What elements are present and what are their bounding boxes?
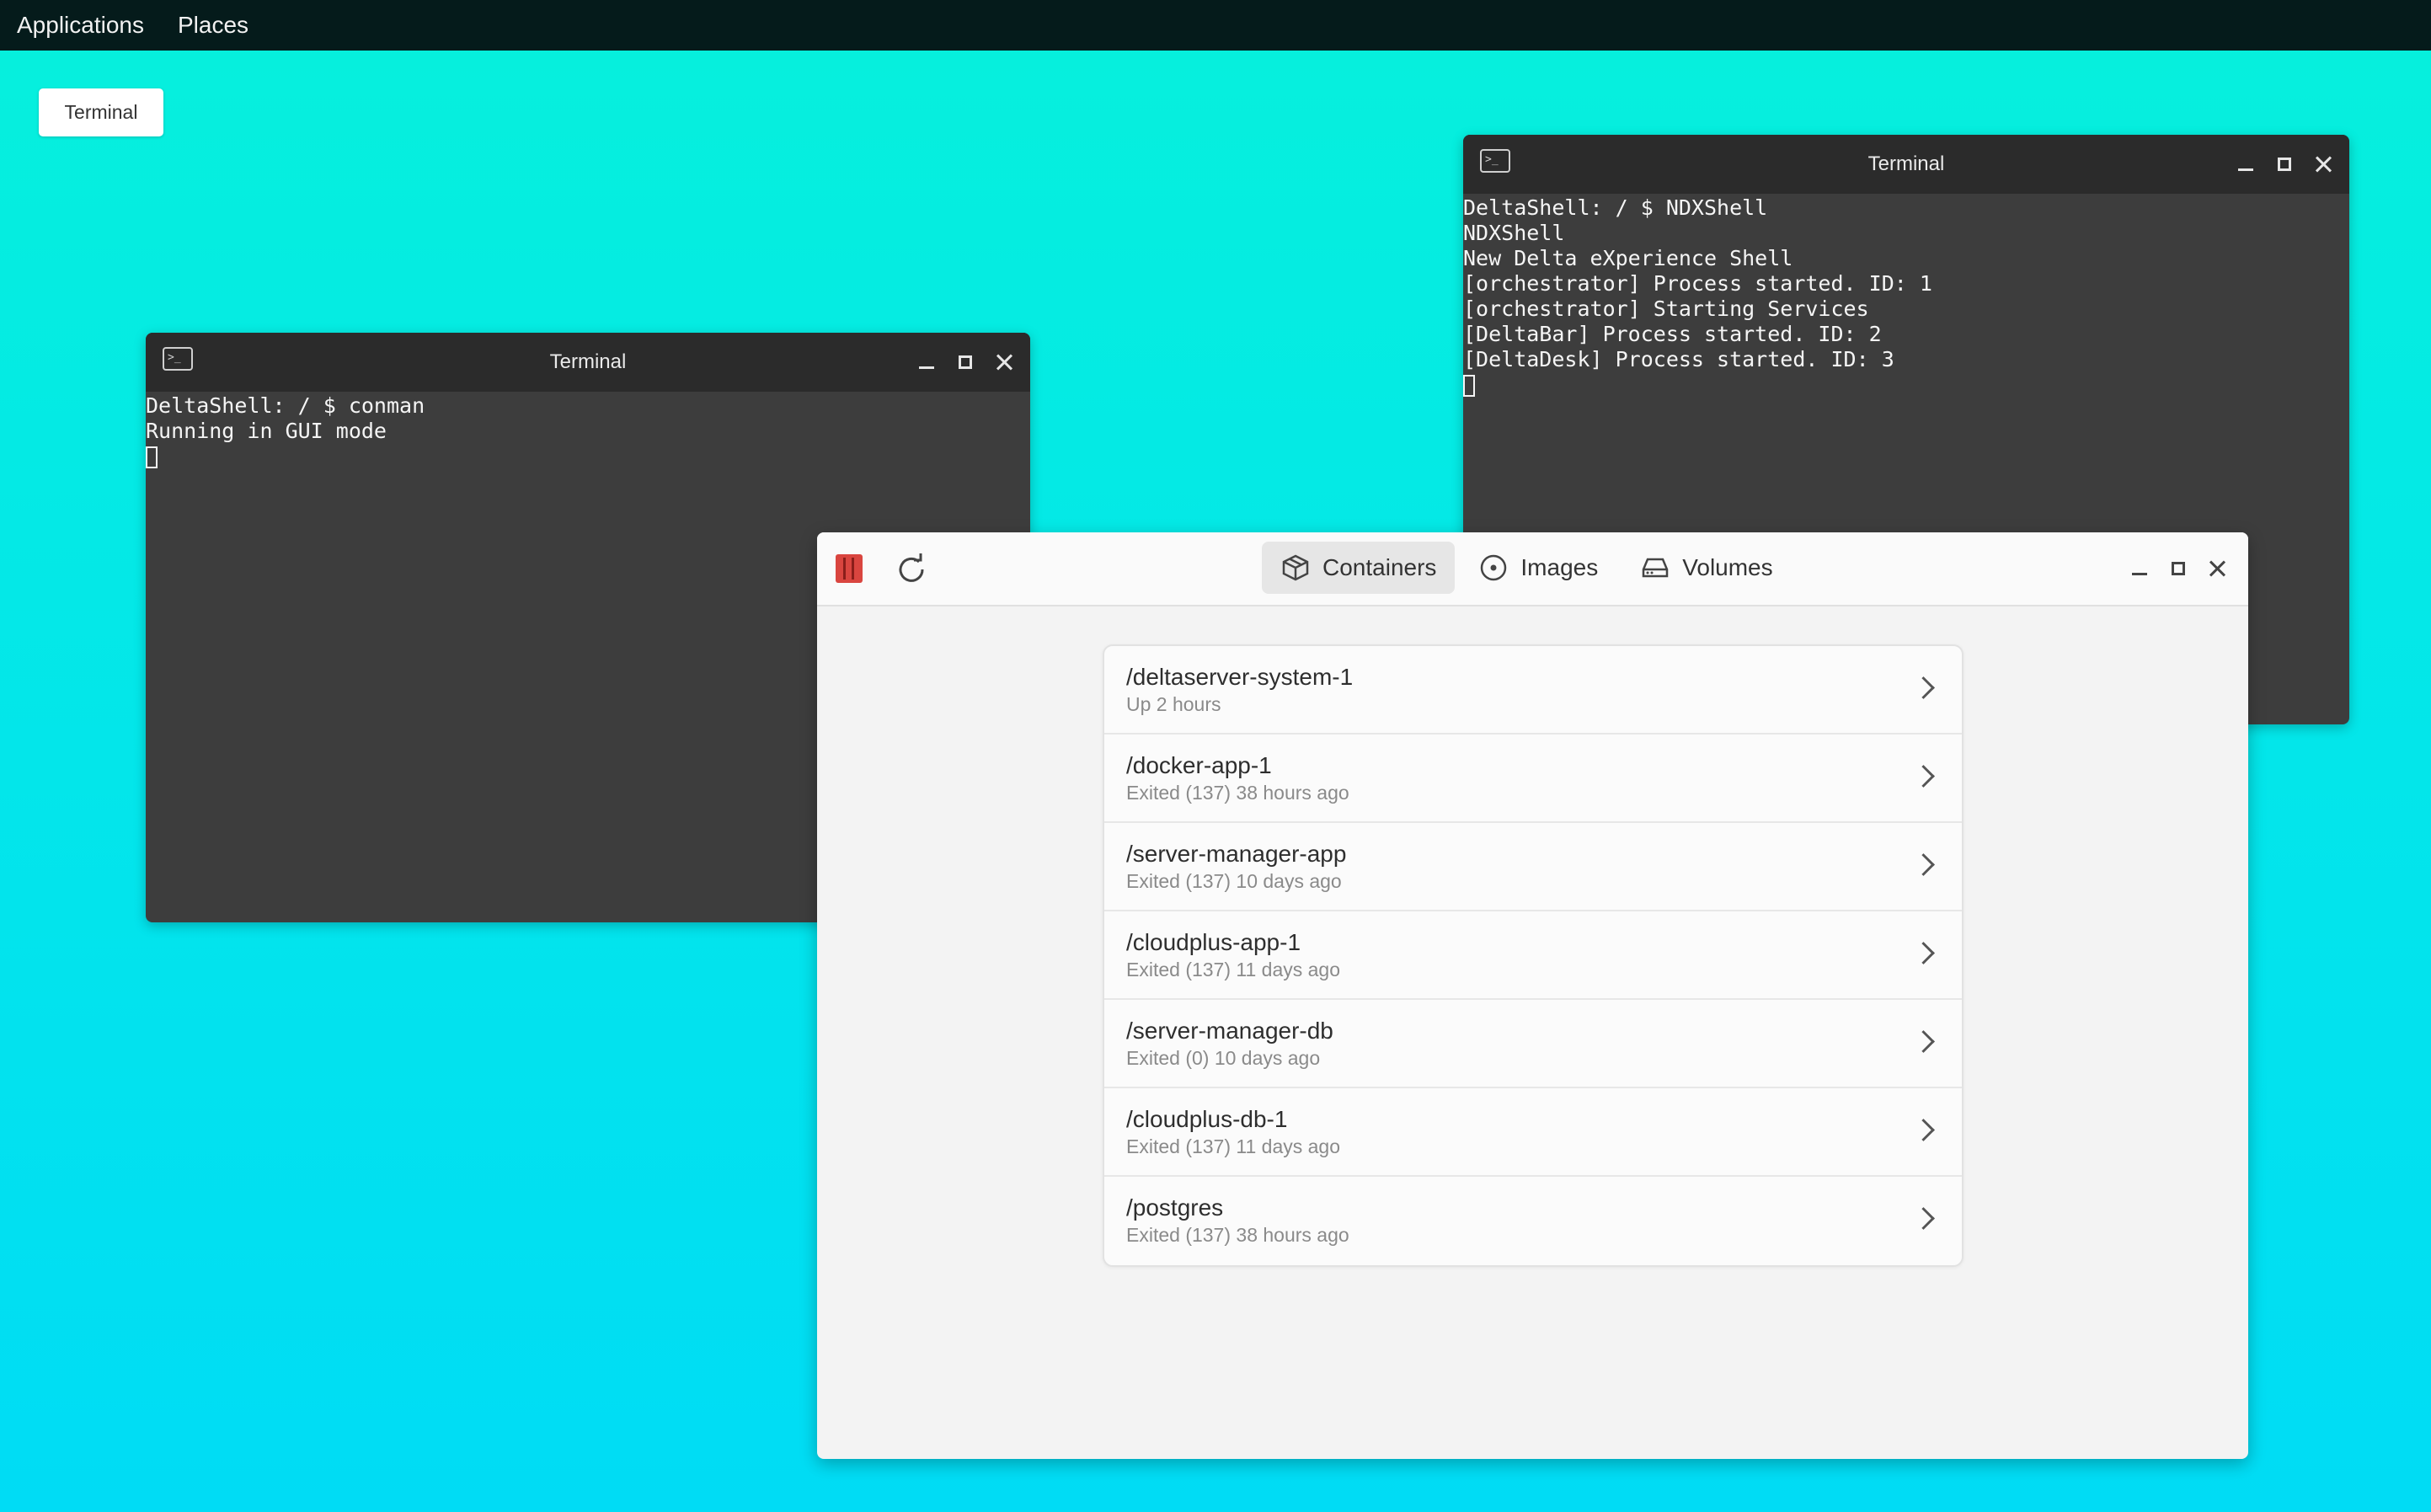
container-name: /postgres — [1126, 1194, 1224, 1221]
container-name: /docker-app-1 — [1126, 752, 1272, 778]
tab-label: Volumes — [1682, 554, 1773, 580]
drive-icon — [1642, 558, 1669, 578]
taskbar-terminal-button[interactable]: Terminal — [39, 88, 163, 136]
container-status: Up 2 hours — [1126, 693, 1221, 715]
close-icon[interactable] — [2203, 554, 2231, 583]
terminal-line: [DeltaDesk] Process started. ID: 3 — [1463, 347, 1894, 371]
terminal-line: Running in GUI mode — [146, 419, 387, 443]
container-name: /deltaserver-system-1 — [1126, 664, 1354, 690]
container-manager-window[interactable]: Containers Images Volumes /deltaserver-s… — [817, 532, 2248, 1459]
container-row[interactable]: /cloudplus-app-1 Exited (137) 11 days ag… — [1104, 911, 1962, 1000]
container-row[interactable]: /docker-app-1 Exited (137) 38 hours ago — [1104, 735, 1962, 823]
terminal-line: NDXShell — [1463, 221, 1565, 245]
tab-containers[interactable]: Containers — [1262, 542, 1456, 594]
container-status: Exited (137) 11 days ago — [1126, 959, 1341, 980]
text-cursor — [146, 446, 158, 468]
app-logo-icon — [836, 554, 863, 583]
minimize-icon[interactable] — [2125, 554, 2154, 583]
terminal-output[interactable]: DeltaShell: / $ conman Running in GUI mod… — [146, 392, 1030, 469]
maximize-icon[interactable] — [2270, 150, 2299, 179]
tab-images[interactable]: Images — [1460, 542, 1616, 594]
container-list: /deltaserver-system-1 Up 2 hours /docker… — [1103, 644, 1963, 1267]
terminal-titlebar[interactable]: >_ Terminal — [1463, 135, 2349, 194]
top-panel: Applications Places — [0, 0, 2431, 51]
refresh-icon[interactable] — [893, 551, 930, 588]
container-status: Exited (0) 10 days ago — [1126, 1047, 1321, 1069]
disc-icon — [1481, 554, 1507, 581]
container-row[interactable]: /postgres Exited (137) 38 hours ago — [1104, 1177, 1962, 1265]
container-name: /cloudplus-app-1 — [1126, 929, 1301, 955]
container-name: /server-manager-app — [1126, 841, 1347, 867]
terminal-line: [orchestrator] Process started. ID: 1 — [1463, 271, 1932, 296]
terminal-line: [DeltaBar] Process started. ID: 2 — [1463, 322, 1882, 346]
container-manager-header[interactable]: Containers Images Volumes — [817, 532, 2248, 606]
view-tabs: Containers Images Volumes — [1262, 541, 1797, 595]
container-status: Exited (137) 11 days ago — [1126, 1135, 1341, 1157]
container-row[interactable]: /cloudplus-db-1 Exited (137) 11 days ago — [1104, 1088, 1962, 1177]
minimize-icon[interactable] — [2231, 150, 2260, 179]
maximize-icon[interactable] — [951, 348, 980, 377]
terminal-line: DeltaShell: / $ NDXShell — [1463, 195, 1768, 220]
tab-label: Containers — [1322, 554, 1437, 580]
box-icon — [1282, 554, 1309, 581]
tab-volumes[interactable]: Volumes — [1622, 542, 1791, 594]
container-row[interactable]: /server-manager-app Exited (137) 10 days… — [1104, 823, 1962, 911]
maximize-icon[interactable] — [2164, 554, 2193, 583]
text-cursor — [1463, 375, 1475, 397]
container-status: Exited (137) 10 days ago — [1126, 870, 1342, 892]
container-row[interactable]: /server-manager-db Exited (0) 10 days ag… — [1104, 1000, 1962, 1088]
window-title: Terminal — [549, 350, 627, 373]
terminal-output[interactable]: DeltaShell: / $ NDXShell NDXShell New Delt… — [1463, 194, 2349, 398]
applications-menu[interactable]: Applications — [17, 12, 144, 39]
close-icon[interactable] — [2309, 150, 2338, 179]
terminal-titlebar[interactable]: >_ Terminal — [146, 333, 1030, 392]
container-name: /cloudplus-db-1 — [1126, 1106, 1288, 1132]
terminal-line: [orchestrator] Starting Services — [1463, 297, 1869, 321]
minimize-icon[interactable] — [912, 348, 941, 377]
window-title: Terminal — [1867, 152, 1945, 175]
tab-label: Images — [1520, 554, 1599, 580]
places-menu[interactable]: Places — [178, 12, 248, 39]
terminal-line: DeltaShell: / $ conman — [146, 393, 425, 418]
terminal-line: New Delta eXperience Shell — [1463, 246, 1793, 270]
close-icon[interactable] — [990, 348, 1018, 377]
container-status: Exited (137) 38 hours ago — [1126, 782, 1349, 804]
container-name: /server-manager-db — [1126, 1018, 1333, 1044]
container-row[interactable]: /deltaserver-system-1 Up 2 hours — [1104, 646, 1962, 735]
container-status: Exited (137) 38 hours ago — [1126, 1224, 1349, 1246]
